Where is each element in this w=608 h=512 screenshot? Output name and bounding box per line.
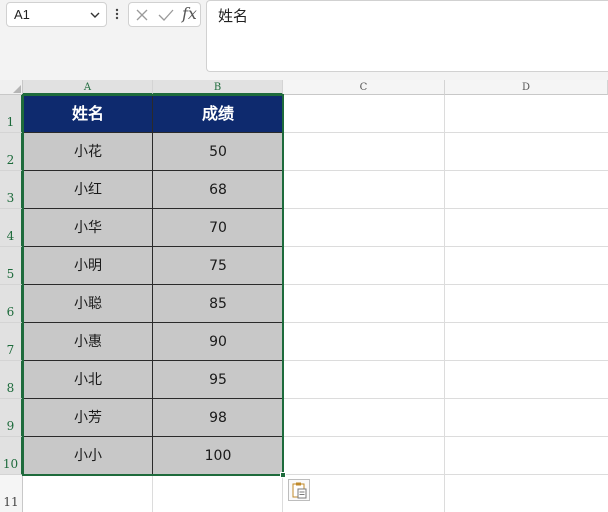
table-border — [23, 360, 283, 361]
row-number: 4 — [6, 229, 15, 243]
name-cell[interactable]: 小芳 — [23, 399, 153, 437]
name-cell[interactable]: 小明 — [23, 247, 153, 285]
name-cell[interactable]: 小华 — [23, 209, 153, 247]
select-all-corner[interactable] — [0, 80, 23, 95]
score-cell[interactable]: 100 — [153, 437, 283, 475]
chevron-down-icon[interactable] — [88, 8, 102, 22]
cancel-icon[interactable] — [134, 7, 150, 23]
name-cell[interactable]: 小红 — [23, 171, 153, 209]
score-cell[interactable]: 98 — [153, 399, 283, 437]
row-header-9[interactable]: 9 — [0, 399, 23, 437]
table-border — [152, 95, 153, 475]
score-cell[interactable]: 50 — [153, 133, 283, 171]
formula-bar-area: A1 fx 姓名 — [0, 0, 608, 80]
table-border — [23, 132, 283, 133]
row-header-4[interactable]: 4 — [0, 209, 23, 247]
table-border — [23, 436, 283, 437]
table-border — [23, 284, 283, 285]
score-cell[interactable]: 75 — [153, 247, 283, 285]
row-header-5[interactable]: 5 — [0, 247, 23, 285]
row-number: 2 — [6, 153, 15, 167]
row-header-7[interactable]: 7 — [0, 323, 23, 361]
column-header-c[interactable]: C — [283, 80, 445, 95]
fill-handle[interactable] — [280, 472, 286, 478]
gridline-col — [444, 95, 445, 512]
row-number: 7 — [6, 343, 15, 357]
score-cell[interactable]: 90 — [153, 323, 283, 361]
row-header-1[interactable]: 1 — [0, 95, 23, 133]
name-box-value: A1 — [14, 7, 30, 22]
score-cell[interactable]: 95 — [153, 361, 283, 399]
score-cell[interactable]: 68 — [153, 171, 283, 209]
name-cell[interactable]: 小北 — [23, 361, 153, 399]
confirm-icon[interactable] — [157, 7, 175, 23]
name-cell[interactable]: 小惠 — [23, 323, 153, 361]
row-header-2[interactable]: 2 — [0, 133, 23, 171]
row-number: 3 — [6, 191, 15, 205]
row-number: 11 — [3, 495, 19, 509]
row-number: 6 — [6, 305, 15, 319]
table-border — [23, 246, 283, 247]
insert-function-button[interactable]: fx — [182, 4, 197, 23]
row-header-6[interactable]: 6 — [0, 285, 23, 323]
name-cell[interactable]: 小花 — [23, 133, 153, 171]
row-header-10[interactable]: 10 — [0, 437, 23, 475]
spreadsheet-grid[interactable]: A B C D 1 2 3 4 5 6 7 8 9 10 11 姓名 成绩 小花 50 小红 68 小华 70 小明 75 小聪 8… — [0, 80, 608, 512]
score-cell[interactable]: 70 — [153, 209, 283, 247]
row-header-11[interactable]: 11 — [0, 475, 23, 512]
row-number: 1 — [6, 115, 15, 129]
formula-buttons: fx — [128, 2, 201, 27]
row-number: 10 — [2, 457, 19, 471]
name-box[interactable]: A1 — [6, 2, 107, 27]
table-border — [23, 322, 283, 323]
formula-content: 姓名 — [218, 7, 249, 25]
row-number: 5 — [6, 267, 15, 281]
row-number: 9 — [6, 419, 15, 433]
score-cell[interactable]: 85 — [153, 285, 283, 323]
row-header-8[interactable]: 8 — [0, 361, 23, 399]
row-number: 8 — [6, 381, 15, 395]
table-border — [23, 170, 283, 171]
name-cell[interactable]: 小聪 — [23, 285, 153, 323]
formula-input[interactable]: 姓名 — [206, 0, 608, 72]
column-header-a[interactable]: A — [23, 80, 153, 95]
paste-options-icon[interactable] — [288, 479, 310, 501]
column-header-b[interactable]: B — [153, 80, 283, 95]
row-header-3[interactable]: 3 — [0, 171, 23, 209]
name-cell[interactable]: 小小 — [23, 437, 153, 475]
table-header-cell[interactable]: 姓名 — [23, 95, 153, 133]
table-border — [23, 208, 283, 209]
more-vertical-icon[interactable] — [113, 6, 121, 22]
table-border — [23, 398, 283, 399]
column-header-d[interactable]: D — [445, 80, 608, 95]
table-header-cell[interactable]: 成绩 — [153, 95, 283, 133]
